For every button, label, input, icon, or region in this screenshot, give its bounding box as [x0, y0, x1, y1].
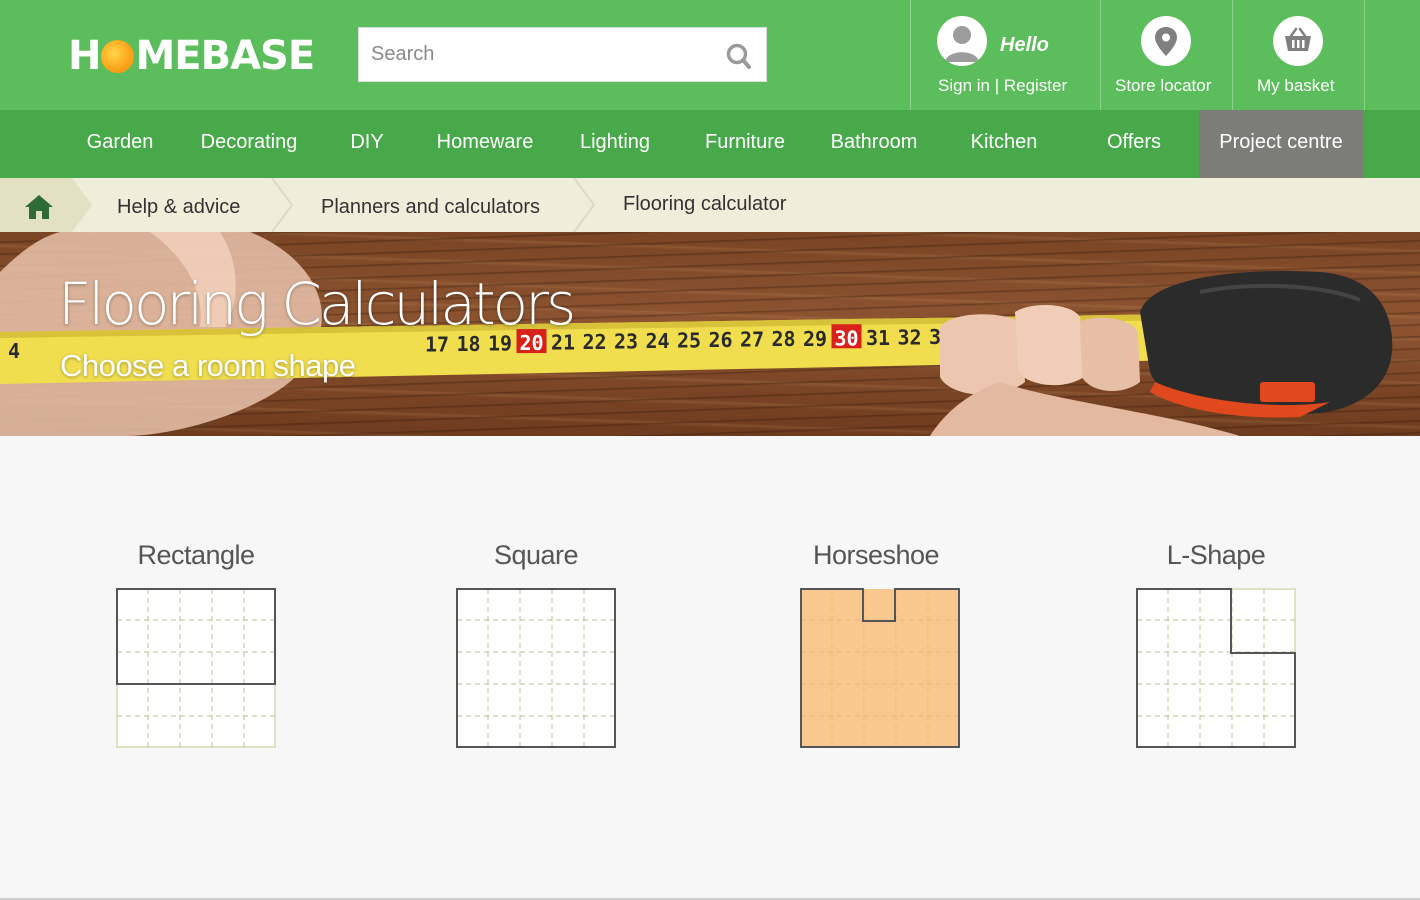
- nav-item-diy[interactable]: DIY: [336, 110, 398, 178]
- shape-option-horseshoe[interactable]: Horseshoe: [726, 540, 1026, 755]
- tape-number: 26: [709, 328, 733, 352]
- nav-item-offers[interactable]: Offers: [1094, 110, 1174, 178]
- nav-item-furniture[interactable]: Furniture: [690, 110, 800, 178]
- basket-circle: [1273, 16, 1323, 66]
- store-locator-link[interactable]: Store locator: [1101, 0, 1232, 110]
- sign-in-register-link[interactable]: Sign in | Register: [938, 76, 1067, 96]
- site-header: H MEBASE Sign in | Register Hello: [0, 0, 1420, 110]
- nav-item-lighting[interactable]: Lighting: [566, 110, 664, 178]
- tape-number: 24: [646, 329, 670, 353]
- shape-option-rectangle[interactable]: Rectangle: [46, 540, 346, 755]
- hero-banner: 41718192021222324252627282930313233 Floo…: [0, 232, 1420, 436]
- basket-label: My basket: [1257, 76, 1335, 95]
- breadcrumb-current-page: Flooring calculator: [623, 193, 787, 215]
- nav-item-garden[interactable]: Garden: [72, 110, 168, 178]
- search-box: [358, 27, 767, 82]
- shape-label: Square: [493, 540, 579, 570]
- search-button[interactable]: [724, 41, 754, 71]
- breadcrumb-help-advice[interactable]: Help & advice: [117, 196, 240, 219]
- square-shape-icon: [456, 588, 616, 748]
- tape-number: 27: [740, 328, 764, 352]
- horseshoe-shape-icon: [800, 588, 960, 748]
- user-icon: [945, 26, 979, 62]
- basket-link[interactable]: My basket: [1233, 0, 1364, 110]
- nav-item-kitchen[interactable]: Kitchen: [956, 110, 1052, 178]
- breadcrumb-home[interactable]: [0, 178, 90, 232]
- logo-letter: H: [68, 33, 101, 79]
- breadcrumb: Help & advice Planners and calculators F…: [0, 178, 1420, 232]
- logo-sun-icon: [101, 39, 135, 73]
- homebase-logo[interactable]: H MEBASE: [68, 33, 315, 79]
- location-pin-icon: [1155, 27, 1177, 56]
- nav-item-homeware[interactable]: Homeware: [424, 110, 546, 178]
- logo-wordmark: MEBASE: [135, 33, 315, 79]
- hero-title: Flooring Calculators: [58, 270, 576, 338]
- greeting-text: Hello: [1000, 34, 1049, 56]
- shape-option-l-shape[interactable]: L-Shape: [1066, 540, 1366, 755]
- nav-item-bathroom[interactable]: Bathroom: [818, 110, 930, 178]
- tape-number: 22: [583, 330, 607, 354]
- shape-label: Rectangle: [137, 540, 255, 570]
- nav-item-decorating[interactable]: Decorating: [188, 110, 310, 178]
- l-shape-icon: [1136, 588, 1296, 748]
- hero-subtitle: Choose a room shape: [60, 348, 356, 383]
- tape-number: 32: [898, 325, 922, 349]
- tape-number: 28: [772, 327, 796, 351]
- shape-label: L-Shape: [1166, 540, 1266, 570]
- nav-item-project-centre[interactable]: Project centre: [1199, 110, 1363, 178]
- tape-number: 29: [803, 327, 827, 351]
- store-locator-label: Store locator: [1115, 76, 1212, 95]
- home-icon: [25, 195, 53, 219]
- header-divider: [1364, 0, 1365, 110]
- store-locator-circle: [1141, 16, 1191, 66]
- main-nav: Garden Decorating DIY Homeware Lighting …: [0, 110, 1420, 178]
- breadcrumb-planners-calculators[interactable]: Planners and calculators: [321, 196, 540, 219]
- shape-option-square[interactable]: Square: [386, 540, 686, 755]
- tape-number: 25: [677, 329, 701, 353]
- basket-icon: [1285, 27, 1311, 51]
- tape-number: 4: [8, 339, 20, 363]
- search-icon: [726, 43, 751, 69]
- rectangle-shape-icon: [116, 588, 276, 748]
- tape-number: 23: [614, 330, 638, 354]
- avatar: [937, 16, 987, 66]
- search-input[interactable]: [371, 28, 711, 81]
- tape-number: 30: [835, 326, 859, 350]
- shape-label: Horseshoe: [812, 540, 940, 570]
- tape-number: 31: [866, 326, 890, 350]
